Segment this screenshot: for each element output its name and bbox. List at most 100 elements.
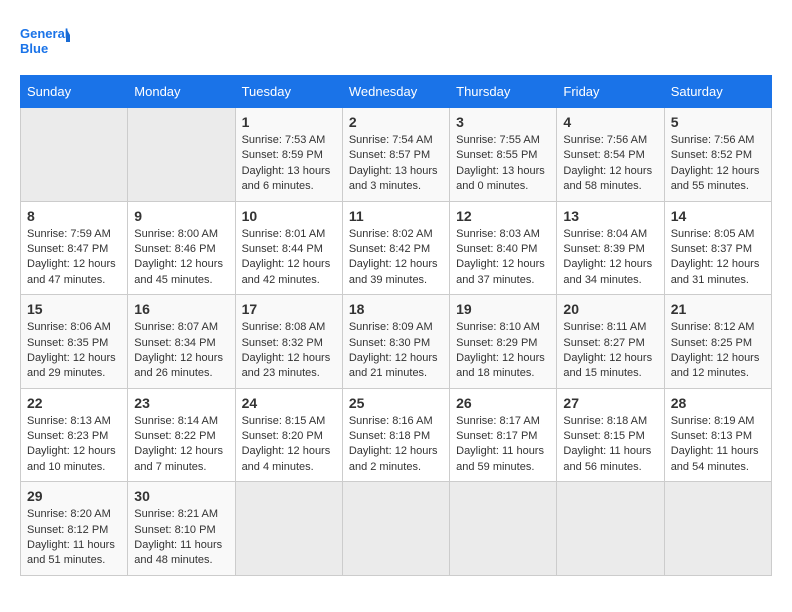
calendar-day: 26 Sunrise: 8:17 AM Sunset: 8:17 PM Dayl… xyxy=(450,388,557,482)
daylight-label: Daylight: 11 hours and 54 minutes. xyxy=(671,445,759,472)
daylight-label: Daylight: 12 hours and 45 minutes. xyxy=(134,258,223,285)
sunset-label: Sunset: 8:20 PM xyxy=(242,430,323,442)
sunrise-label: Sunrise: 7:54 AM xyxy=(349,134,433,146)
calendar-day: 19 Sunrise: 8:10 AM Sunset: 8:29 PM Dayl… xyxy=(450,295,557,389)
logo: General Blue xyxy=(20,20,70,65)
daylight-label: Daylight: 12 hours and 15 minutes. xyxy=(563,352,652,379)
calendar-week: 29 Sunrise: 8:20 AM Sunset: 8:12 PM Dayl… xyxy=(21,482,772,576)
sunset-label: Sunset: 8:17 PM xyxy=(456,430,537,442)
day-number: 25 xyxy=(349,395,443,411)
day-number: 24 xyxy=(242,395,336,411)
sunrise-label: Sunrise: 8:00 AM xyxy=(134,228,218,240)
sunrise-label: Sunrise: 7:59 AM xyxy=(27,228,111,240)
day-info: Sunrise: 7:54 AM Sunset: 8:57 PM Dayligh… xyxy=(349,133,443,195)
day-info: Sunrise: 8:20 AM Sunset: 8:12 PM Dayligh… xyxy=(27,507,121,569)
calendar-day xyxy=(235,482,342,576)
day-number: 8 xyxy=(27,208,121,224)
day-info: Sunrise: 7:56 AM Sunset: 8:54 PM Dayligh… xyxy=(563,133,657,195)
day-info: Sunrise: 8:03 AM Sunset: 8:40 PM Dayligh… xyxy=(456,227,550,289)
calendar-day: 23 Sunrise: 8:14 AM Sunset: 8:22 PM Dayl… xyxy=(128,388,235,482)
header-day: Sunday xyxy=(21,76,128,108)
calendar-day xyxy=(450,482,557,576)
calendar-day: 12 Sunrise: 8:03 AM Sunset: 8:40 PM Dayl… xyxy=(450,201,557,295)
sunrise-label: Sunrise: 7:53 AM xyxy=(242,134,326,146)
calendar-week: 8 Sunrise: 7:59 AM Sunset: 8:47 PM Dayli… xyxy=(21,201,772,295)
sunrise-label: Sunrise: 8:10 AM xyxy=(456,321,540,333)
sunrise-label: Sunrise: 8:11 AM xyxy=(563,321,646,333)
sunset-label: Sunset: 8:47 PM xyxy=(27,243,108,255)
sunrise-label: Sunrise: 7:56 AM xyxy=(563,134,647,146)
calendar-day: 21 Sunrise: 8:12 AM Sunset: 8:25 PM Dayl… xyxy=(664,295,771,389)
day-info: Sunrise: 7:53 AM Sunset: 8:59 PM Dayligh… xyxy=(242,133,336,195)
day-number: 17 xyxy=(242,301,336,317)
sunset-label: Sunset: 8:42 PM xyxy=(349,243,430,255)
sunset-label: Sunset: 8:27 PM xyxy=(563,337,644,349)
sunrise-label: Sunrise: 8:18 AM xyxy=(563,415,647,427)
sunrise-label: Sunrise: 8:08 AM xyxy=(242,321,326,333)
daylight-label: Daylight: 12 hours and 23 minutes. xyxy=(242,352,331,379)
calendar-day: 20 Sunrise: 8:11 AM Sunset: 8:27 PM Dayl… xyxy=(557,295,664,389)
daylight-label: Daylight: 12 hours and 39 minutes. xyxy=(349,258,438,285)
calendar-day: 10 Sunrise: 8:01 AM Sunset: 8:44 PM Dayl… xyxy=(235,201,342,295)
day-number: 30 xyxy=(134,488,228,504)
daylight-label: Daylight: 13 hours and 0 minutes. xyxy=(456,165,545,192)
day-number: 1 xyxy=(242,114,336,130)
sunrise-label: Sunrise: 8:20 AM xyxy=(27,508,111,520)
day-info: Sunrise: 8:06 AM Sunset: 8:35 PM Dayligh… xyxy=(27,320,121,382)
day-number: 5 xyxy=(671,114,765,130)
sunset-label: Sunset: 8:44 PM xyxy=(242,243,323,255)
sunset-label: Sunset: 8:52 PM xyxy=(671,149,752,161)
calendar-day xyxy=(342,482,449,576)
daylight-label: Daylight: 12 hours and 4 minutes. xyxy=(242,445,331,472)
day-number: 27 xyxy=(563,395,657,411)
day-number: 4 xyxy=(563,114,657,130)
day-number: 19 xyxy=(456,301,550,317)
daylight-label: Daylight: 12 hours and 18 minutes. xyxy=(456,352,545,379)
sunrise-label: Sunrise: 8:16 AM xyxy=(349,415,433,427)
daylight-label: Daylight: 11 hours and 56 minutes. xyxy=(563,445,651,472)
daylight-label: Daylight: 12 hours and 58 minutes. xyxy=(563,165,652,192)
sunrise-label: Sunrise: 8:15 AM xyxy=(242,415,326,427)
day-info: Sunrise: 8:02 AM Sunset: 8:42 PM Dayligh… xyxy=(349,227,443,289)
sunrise-label: Sunrise: 8:12 AM xyxy=(671,321,755,333)
logo-svg: General Blue xyxy=(20,20,70,65)
calendar-day: 18 Sunrise: 8:09 AM Sunset: 8:30 PM Dayl… xyxy=(342,295,449,389)
daylight-label: Daylight: 13 hours and 6 minutes. xyxy=(242,165,331,192)
sunset-label: Sunset: 8:40 PM xyxy=(456,243,537,255)
day-number: 29 xyxy=(27,488,121,504)
sunrise-label: Sunrise: 8:19 AM xyxy=(671,415,755,427)
day-info: Sunrise: 8:21 AM Sunset: 8:10 PM Dayligh… xyxy=(134,507,228,569)
day-info: Sunrise: 7:59 AM Sunset: 8:47 PM Dayligh… xyxy=(27,227,121,289)
daylight-label: Daylight: 12 hours and 42 minutes. xyxy=(242,258,331,285)
day-number: 15 xyxy=(27,301,121,317)
day-info: Sunrise: 8:04 AM Sunset: 8:39 PM Dayligh… xyxy=(563,227,657,289)
calendar-day xyxy=(21,108,128,202)
sunset-label: Sunset: 8:22 PM xyxy=(134,430,215,442)
day-number: 16 xyxy=(134,301,228,317)
day-info: Sunrise: 7:56 AM Sunset: 8:52 PM Dayligh… xyxy=(671,133,765,195)
sunset-label: Sunset: 8:13 PM xyxy=(671,430,752,442)
header-day: Wednesday xyxy=(342,76,449,108)
daylight-label: Daylight: 11 hours and 51 minutes. xyxy=(27,539,115,566)
calendar-day: 28 Sunrise: 8:19 AM Sunset: 8:13 PM Dayl… xyxy=(664,388,771,482)
sunset-label: Sunset: 8:37 PM xyxy=(671,243,752,255)
sunrise-label: Sunrise: 8:17 AM xyxy=(456,415,540,427)
day-number: 21 xyxy=(671,301,765,317)
calendar-day: 22 Sunrise: 8:13 AM Sunset: 8:23 PM Dayl… xyxy=(21,388,128,482)
sunset-label: Sunset: 8:55 PM xyxy=(456,149,537,161)
calendar-day: 29 Sunrise: 8:20 AM Sunset: 8:12 PM Dayl… xyxy=(21,482,128,576)
day-info: Sunrise: 8:12 AM Sunset: 8:25 PM Dayligh… xyxy=(671,320,765,382)
daylight-label: Daylight: 12 hours and 47 minutes. xyxy=(27,258,116,285)
daylight-label: Daylight: 12 hours and 34 minutes. xyxy=(563,258,652,285)
calendar-body: 1 Sunrise: 7:53 AM Sunset: 8:59 PM Dayli… xyxy=(21,108,772,576)
day-info: Sunrise: 8:19 AM Sunset: 8:13 PM Dayligh… xyxy=(671,414,765,476)
day-info: Sunrise: 7:55 AM Sunset: 8:55 PM Dayligh… xyxy=(456,133,550,195)
calendar-day: 17 Sunrise: 8:08 AM Sunset: 8:32 PM Dayl… xyxy=(235,295,342,389)
sunset-label: Sunset: 8:12 PM xyxy=(27,524,108,536)
page-header: General Blue xyxy=(20,20,772,65)
day-info: Sunrise: 8:00 AM Sunset: 8:46 PM Dayligh… xyxy=(134,227,228,289)
calendar-day: 3 Sunrise: 7:55 AM Sunset: 8:55 PM Dayli… xyxy=(450,108,557,202)
day-number: 13 xyxy=(563,208,657,224)
header-day: Monday xyxy=(128,76,235,108)
day-info: Sunrise: 8:18 AM Sunset: 8:15 PM Dayligh… xyxy=(563,414,657,476)
